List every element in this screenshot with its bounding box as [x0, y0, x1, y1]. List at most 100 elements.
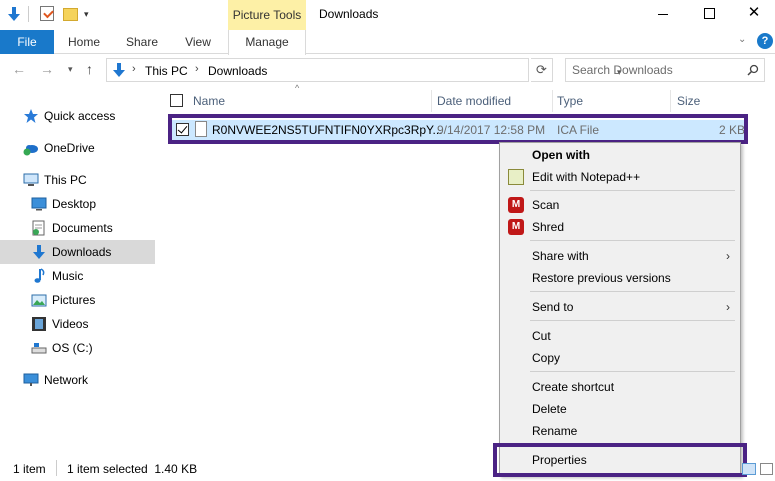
sidebar-item-videos[interactable]: Videos — [0, 312, 158, 336]
menu-item-copy[interactable]: Copy — [502, 347, 738, 369]
back-button[interactable]: ← — [12, 61, 26, 77]
help-icon[interactable]: ? — [757, 33, 773, 49]
sidebar-item-onedrive[interactable]: OneDrive — [0, 136, 158, 160]
mcafee-icon: M — [508, 197, 524, 213]
column-divider[interactable] — [552, 90, 553, 112]
sidebar-item-label: This PC — [44, 173, 87, 187]
properties-check-icon[interactable] — [40, 6, 54, 21]
sidebar-item-label: OneDrive — [44, 141, 95, 155]
sidebar-item-pictures[interactable]: Pictures — [0, 288, 158, 312]
menu-separator — [530, 444, 735, 445]
title-bar: ▾ Picture Tools Downloads ✕ — [0, 0, 775, 30]
breadcrumb-this-pc[interactable]: This PC — [145, 64, 188, 78]
breadcrumb-separator: › — [132, 63, 136, 75]
menu-item-label: Copy — [532, 351, 561, 365]
tab-share[interactable]: Share — [118, 30, 166, 54]
tab-manage[interactable]: Manage — [228, 30, 306, 55]
column-header-date-modified[interactable]: Date modified — [437, 90, 511, 112]
search-box[interactable] — [565, 58, 765, 82]
up-button[interactable]: ↑ — [86, 61, 93, 77]
sidebar-item-desktop[interactable]: Desktop — [0, 192, 158, 216]
menu-item-label: Create shortcut — [532, 380, 615, 394]
menu-item-cut[interactable]: Cut — [502, 325, 738, 347]
menu-item-create-shortcut[interactable]: Create shortcut — [502, 376, 738, 398]
menu-item-delete[interactable]: Delete — [502, 398, 738, 420]
file-date-modified: 9/14/2017 12:58 PM — [437, 123, 546, 137]
menu-item-open-with[interactable]: Open with — [502, 144, 738, 166]
ica-file-icon — [195, 121, 207, 137]
menu-item-scan[interactable]: M Scan — [502, 194, 738, 216]
tab-view[interactable]: View — [176, 30, 220, 54]
column-header-type[interactable]: Type — [557, 90, 583, 112]
new-folder-icon[interactable] — [63, 8, 78, 21]
pictures-icon — [31, 294, 47, 307]
window-title: Downloads — [319, 7, 379, 21]
column-divider[interactable] — [431, 90, 432, 112]
menu-item-label: Rename — [532, 424, 578, 438]
recent-locations-dropdown[interactable]: ▾ — [68, 64, 73, 75]
tab-home[interactable]: Home — [60, 30, 108, 54]
row-checkbox[interactable] — [176, 123, 189, 136]
large-icons-view-icon[interactable] — [760, 463, 773, 475]
sidebar-item-label: OS (C:) — [52, 341, 93, 355]
forward-button[interactable]: → — [40, 61, 54, 77]
column-header-size[interactable]: Size — [677, 90, 700, 112]
maximize-button[interactable] — [686, 2, 732, 26]
menu-item-label: Shred — [532, 220, 565, 234]
sidebar-item-label: Downloads — [52, 245, 112, 259]
select-all-checkbox[interactable] — [170, 94, 183, 107]
download-arrow-icon[interactable] — [6, 6, 22, 22]
sidebar-item-os-c[interactable]: OS (C:) — [0, 336, 158, 360]
breadcrumb-separator[interactable]: › — [195, 63, 199, 75]
menu-item-label: Edit with Notepad++ — [532, 170, 641, 184]
expand-ribbon-icon[interactable]: ⌄ — [738, 34, 746, 45]
menu-item-label: Send to — [532, 300, 574, 314]
menu-item-edit-with-notepad[interactable]: Edit with Notepad++ — [502, 166, 738, 188]
sidebar-item-documents[interactable]: Documents — [0, 216, 158, 240]
sidebar-item-network[interactable]: Network — [0, 368, 158, 392]
tab-file[interactable]: File — [0, 30, 54, 54]
refresh-button[interactable]: ⟳ — [531, 58, 553, 82]
menu-item-share-with[interactable]: Share with › — [502, 245, 738, 267]
search-icon[interactable] — [747, 64, 759, 76]
status-divider — [56, 460, 57, 476]
cloud-icon — [23, 145, 38, 156]
menu-separator — [530, 240, 735, 241]
menu-item-label: Cut — [532, 329, 551, 343]
downloads-location-icon — [113, 63, 125, 77]
address-bar-row: ← → ▾ ↑ › This PC › Downloads ▾ ⟳ — [0, 55, 775, 85]
menu-separator — [530, 291, 735, 292]
menu-item-send-to[interactable]: Send to › — [502, 296, 738, 318]
desktop-icon — [31, 197, 47, 211]
documents-icon — [32, 220, 45, 236]
sidebar-item-label: Desktop — [52, 197, 97, 211]
breadcrumb-downloads[interactable]: Downloads — [208, 64, 267, 78]
menu-item-shred[interactable]: M Shred — [502, 216, 738, 238]
table-row[interactable]: R0NVWEE2NS5TUFNTIFN0YXRpc3RpY... 9/14/20… — [168, 120, 748, 140]
sidebar-item-music[interactable]: Music — [0, 264, 158, 288]
file-name[interactable]: R0NVWEE2NS5TUFNTIFN0YXRpc3RpY... — [212, 120, 443, 140]
menu-item-label: Open with — [532, 148, 590, 162]
mcafee-icon: M — [508, 219, 524, 235]
close-button[interactable]: ✕ — [731, 2, 775, 26]
search-input[interactable] — [572, 63, 742, 77]
music-note-icon — [34, 268, 45, 283]
menu-item-rename[interactable]: Rename — [502, 420, 738, 442]
menu-item-label: Scan — [532, 198, 560, 212]
menu-separator — [530, 190, 735, 191]
sidebar-item-downloads[interactable]: Downloads — [0, 240, 155, 264]
computer-icon — [23, 173, 39, 186]
menu-item-label: Delete — [532, 402, 567, 416]
column-header-name[interactable]: Name — [193, 90, 225, 112]
picture-tools-label: Picture Tools — [228, 0, 306, 30]
sidebar-item-label: Network — [44, 373, 89, 387]
address-box[interactable]: › This PC › Downloads ▾ — [106, 58, 622, 82]
download-icon — [33, 245, 45, 259]
sidebar-item-this-pc[interactable]: This PC — [0, 168, 158, 192]
sidebar-item-quick-access[interactable]: Quick access — [0, 104, 158, 128]
column-divider[interactable] — [670, 90, 671, 112]
details-view-icon[interactable] — [742, 463, 756, 475]
menu-item-restore-previous-versions[interactable]: Restore previous versions — [502, 267, 738, 289]
quick-access-dropdown-icon[interactable]: ▾ — [84, 9, 89, 20]
minimize-button[interactable] — [640, 2, 686, 26]
